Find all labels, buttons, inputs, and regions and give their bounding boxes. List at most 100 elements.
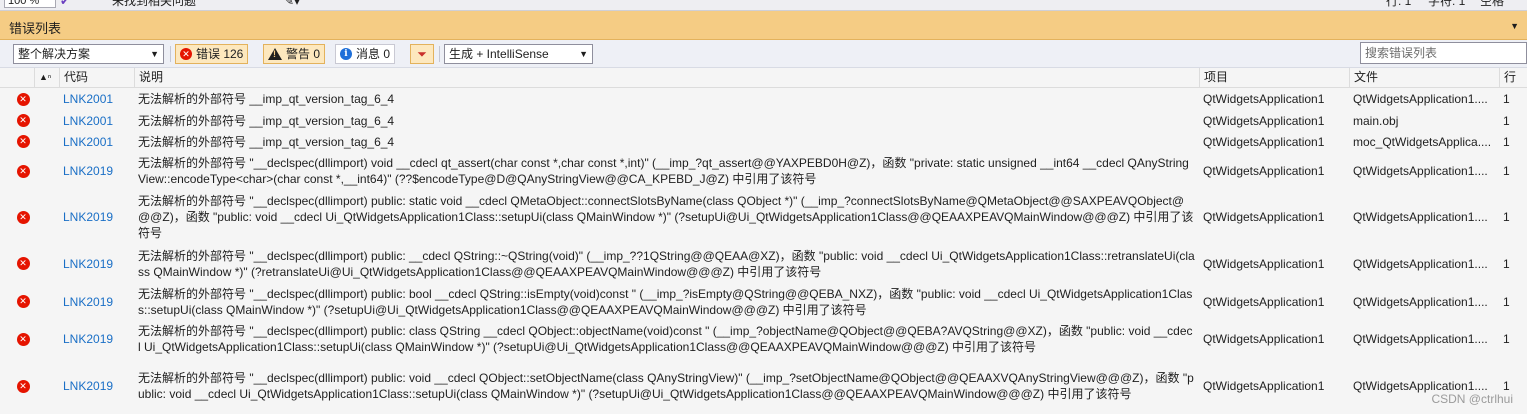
build-filter-toggle-button[interactable]: ⏷ — [410, 44, 434, 64]
errors-filter-label: 错误 126 — [196, 47, 244, 61]
header-code[interactable]: 代码 — [59, 68, 134, 87]
char-indicator: 字符: 1 — [1428, 0, 1466, 8]
header-file[interactable]: 文件 — [1349, 68, 1499, 87]
row-description: 无法解析的外部符号 __imp_qt_version_tag_6_4 — [138, 134, 395, 149]
row-file: QtWidgetsApplication1.... — [1353, 164, 1488, 178]
grid-header: ▲ⁿ 代码 说明 项目 文件 行 — [0, 68, 1527, 88]
row-description: 无法解析的外部符号 "__declspec(dllimport) public:… — [138, 324, 1193, 354]
row-error-icon-cell: ✕ — [0, 88, 34, 110]
error-icon: ✕ — [16, 332, 30, 346]
toolbar-divider — [170, 46, 171, 62]
row-description: 无法解析的外部符号 "__declspec(dllimport) public:… — [138, 371, 1194, 401]
row-error-icon-cell: ✕ — [0, 131, 34, 152]
row-project: QtWidgetsApplication1 — [1203, 210, 1325, 224]
row-line: 1 — [1503, 294, 1510, 309]
row-code-link[interactable]: LNK2019 — [59, 190, 134, 244]
row-error-icon-cell: ✕ — [0, 152, 34, 190]
watermark: CSDN @ctrlhui — [1431, 392, 1513, 406]
row-error-icon-cell: ✕ — [0, 110, 34, 131]
row-file: QtWidgetsApplication1.... — [1353, 210, 1488, 224]
row-error-icon-cell: ✕ — [0, 358, 34, 414]
errors-filter-button[interactable]: ✕ 错误 126 — [175, 44, 249, 64]
row-project: QtWidgetsApplication1 — [1203, 294, 1325, 309]
chevron-down-icon: ▼ — [579, 49, 588, 59]
error-icon: ✕ — [16, 164, 30, 178]
row-error-icon-cell: ✕ — [0, 190, 34, 244]
row-file: QtWidgetsApplication1.... — [1353, 332, 1488, 346]
row-file: QtWidgetsApplication1.... — [1353, 92, 1488, 106]
panel-title: 错误列表 — [9, 21, 62, 36]
scope-value: 整个解决方案 — [18, 47, 91, 61]
messages-filter-button[interactable]: i 消息 0 — [335, 44, 396, 64]
row-code-link[interactable]: LNK2019 — [59, 358, 134, 414]
table-row[interactable]: ✕ LNK2001 无法解析的外部符号 __imp_qt_version_tag_6… — [0, 110, 1527, 131]
row-description: 无法解析的外部符号 "__declspec(dllimport) void __… — [138, 156, 1189, 186]
table-row[interactable]: ✕ LNK2019 无法解析的外部符号 "__declspec(dllimport)… — [0, 358, 1527, 414]
error-icon: ✕ — [16, 210, 30, 224]
table-row[interactable]: ✕ LNK2019 无法解析的外部符号 "__declspec(dllimport)… — [0, 190, 1527, 244]
row-line: 1 — [1503, 164, 1510, 178]
chevron-down-icon: ▼ — [150, 49, 159, 59]
row-line: 1 — [1503, 256, 1510, 271]
row-file: QtWidgetsApplication1.... — [1353, 256, 1488, 271]
row-description: 无法解析的外部符号 __imp_qt_version_tag_6_4 — [138, 92, 395, 106]
editor-status-strip: 100 % ✔ 未找到相关问题 ✎▾ 行: 1 字符: 1 空格 — [0, 0, 1527, 11]
header-description[interactable]: 说明 — [134, 68, 1199, 87]
filter-icon: ⏷ — [417, 47, 427, 61]
row-file: QtWidgetsApplication1.... — [1353, 294, 1488, 309]
row-code-link[interactable]: LNK2019 — [59, 152, 134, 190]
row-code-link[interactable]: LNK2001 — [59, 110, 134, 131]
error-list-titlebar: 错误列表 ▼ — [0, 11, 1527, 40]
row-project: QtWidgetsApplication1 — [1203, 113, 1325, 128]
line-indicator: 行: 1 — [1386, 0, 1412, 8]
table-row[interactable]: ✕ LNK2001 无法解析的外部符号 __imp_qt_version_tag_6… — [0, 88, 1527, 110]
row-code-link[interactable]: LNK2001 — [59, 131, 134, 152]
intellicode-icon[interactable]: ✔ — [60, 0, 70, 8]
row-code-link[interactable]: LNK2019 — [59, 244, 134, 283]
no-issues-text[interactable]: 未找到相关问题 — [112, 0, 196, 8]
row-project: QtWidgetsApplication1 — [1203, 332, 1325, 346]
row-project: QtWidgetsApplication1 — [1203, 134, 1325, 149]
toolbar-divider — [439, 46, 440, 62]
row-project: QtWidgetsApplication1 — [1203, 256, 1325, 271]
header-icon-column[interactable] — [0, 68, 34, 87]
info-icon: i — [340, 48, 352, 60]
row-line: 1 — [1503, 332, 1510, 346]
row-file: moc_QtWidgetsApplica.... — [1353, 134, 1492, 149]
header-project[interactable]: 项目 — [1199, 68, 1349, 87]
row-code-link[interactable]: LNK2019 — [59, 283, 134, 320]
row-line: 1 — [1503, 92, 1510, 106]
spaces-indicator[interactable]: 空格 — [1480, 0, 1504, 8]
row-description: 无法解析的外部符号 "__declspec(dllimport) public:… — [138, 248, 1195, 279]
row-line: 1 — [1503, 134, 1510, 149]
table-row[interactable]: ✕ LNK2019 无法解析的外部符号 "__declspec(dllimport)… — [0, 320, 1527, 358]
table-row[interactable]: ✕ LNK2019 无法解析的外部符号 "__declspec(dllimport)… — [0, 283, 1527, 320]
search-error-list-input[interactable]: 搜索错误列表 — [1360, 42, 1527, 64]
table-row[interactable]: ✕ LNK2019 无法解析的外部符号 "__declspec(dllimport)… — [0, 244, 1527, 283]
row-code-link[interactable]: LNK2019 — [59, 320, 134, 358]
header-line[interactable]: 行 — [1499, 68, 1527, 87]
build-intellisense-dropdown[interactable]: 生成 + IntelliSense ▼ — [444, 44, 593, 64]
table-row[interactable]: ✕ LNK2001 无法解析的外部符号 __imp_qt_version_tag_6… — [0, 131, 1527, 152]
warnings-filter-button[interactable]: ! 警告 0 — [263, 44, 326, 64]
zoom-combo[interactable]: 100 % — [4, 0, 56, 8]
row-file: main.obj — [1353, 113, 1399, 128]
error-icon: ✕ — [16, 114, 30, 127]
error-icon: ✕ — [16, 379, 30, 393]
brush-icon[interactable]: ✎▾ — [284, 0, 300, 8]
error-icon: ✕ — [180, 48, 192, 60]
table-row[interactable]: ✕ LNK2019 无法解析的外部符号 "__declspec(dllimport)… — [0, 152, 1527, 190]
row-project: QtWidgetsApplication1 — [1203, 92, 1325, 106]
build-filter-value: 生成 + IntelliSense — [449, 47, 549, 61]
row-project: QtWidgetsApplication1 — [1203, 164, 1325, 178]
messages-filter-label: 消息 0 — [356, 47, 391, 61]
row-code-link[interactable]: LNK2001 — [59, 88, 134, 110]
row-line: 1 — [1503, 210, 1510, 224]
window-position-dropdown-icon[interactable]: ▼ — [1510, 21, 1519, 31]
row-description: 无法解析的外部符号 "__declspec(dllimport) public:… — [138, 286, 1193, 317]
scope-dropdown[interactable]: 整个解决方案 ▼ — [13, 44, 164, 64]
sort-icon[interactable]: ▲ⁿ — [34, 68, 59, 87]
error-icon: ✕ — [16, 257, 30, 270]
row-project: QtWidgetsApplication1 — [1203, 379, 1325, 393]
error-list-rows: ✕ LNK2001 无法解析的外部符号 __imp_qt_version_tag_6… — [0, 88, 1527, 414]
